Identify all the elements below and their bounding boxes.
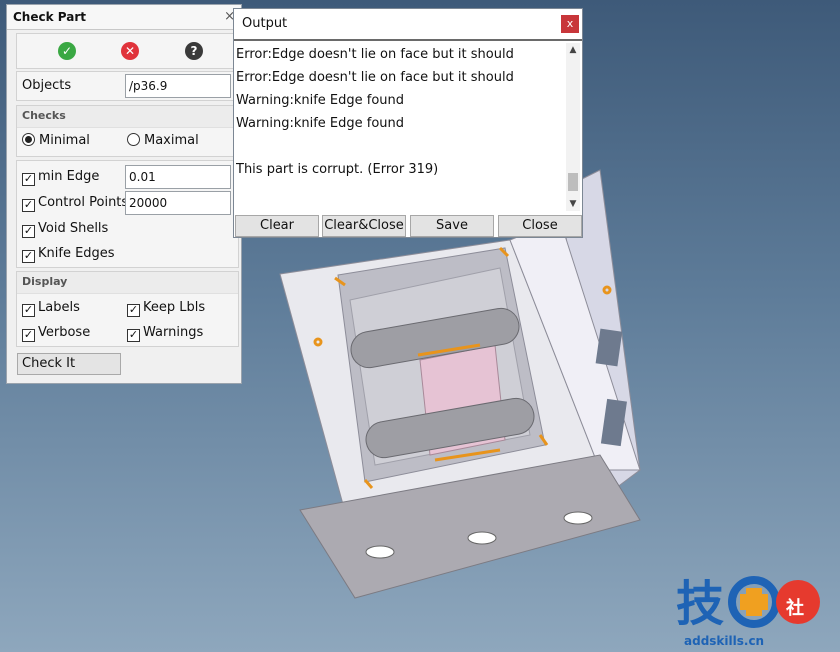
output-text-area[interactable]: Error:Edge doesn't lie on face but it sh… (236, 43, 564, 211)
svg-text:社: 社 (786, 597, 804, 619)
check-options-group: ✓ min Edge 0.01 ✓ Control Points 20000 ✓ Vo… (16, 160, 239, 268)
output-line: Error:Edge doesn't lie on face but it sh… (236, 70, 514, 85)
void-shells-checkbox[interactable]: ✓ Void Shells (22, 221, 108, 238)
output-close-icon[interactable]: x (561, 15, 579, 33)
labels-checkbox[interactable]: ✓ Labels (22, 300, 80, 317)
radio-minimal-icon (22, 133, 35, 146)
watermark-logo: 技 社 addskills.cn (676, 574, 836, 650)
save-button[interactable]: Save (410, 215, 494, 237)
checks-group: Checks Minimal Maximal (16, 105, 239, 157)
clear-close-button[interactable]: Clear&Close (322, 215, 406, 237)
mode-maximal-label: Maximal (144, 133, 199, 148)
control-points-check-icon: ✓ (22, 198, 35, 212)
radio-maximal-icon (127, 133, 140, 146)
output-line: Error:Edge doesn't lie on face but it sh… (236, 47, 514, 62)
scroll-up-icon[interactable]: ▲ (566, 43, 580, 57)
output-window: Output x Error:Edge doesn't lie on face … (233, 8, 583, 238)
mode-maximal-radio[interactable]: Maximal (127, 133, 199, 148)
display-header: Display (17, 272, 238, 294)
watermark-text: addskills.cn (684, 634, 765, 648)
output-title-bar: Output x (234, 9, 582, 41)
knife-edges-check-icon: ✓ (22, 249, 35, 263)
min-edge-checkbox[interactable]: ✓ min Edge (22, 169, 99, 186)
scroll-thumb[interactable] (568, 173, 578, 191)
output-line: This part is corrupt. (Error 319) (236, 162, 439, 177)
watermark-graphic: 技 社 (676, 576, 820, 632)
knife-edges-label: Knife Edges (38, 246, 115, 261)
close-button[interactable]: Close (498, 215, 582, 237)
clear-button[interactable]: Clear (235, 215, 319, 237)
warnings-label: Warnings (143, 325, 204, 340)
control-points-checkbox[interactable]: ✓ Control Points (22, 195, 128, 212)
output-title: Output (242, 16, 288, 31)
cancel-icon[interactable]: ✕ (121, 42, 139, 60)
void-shells-check-icon: ✓ (22, 224, 35, 238)
min-edge-input[interactable]: 0.01 (125, 165, 231, 189)
verbose-checkbox[interactable]: ✓ Verbose (22, 325, 90, 342)
objects-label: Objects (22, 78, 72, 93)
min-edge-check-icon: ✓ (22, 172, 35, 186)
help-icon[interactable]: ? (185, 42, 203, 60)
warnings-checkbox[interactable]: ✓ Warnings (127, 325, 203, 342)
check-part-panel: Check Part × ✓ ✕ ? Objects /p36.9 Checks… (6, 4, 242, 384)
keep-lbls-checkbox[interactable]: ✓ Keep Lbls (127, 300, 205, 317)
verbose-label: Verbose (38, 325, 91, 340)
keep-lbls-check-icon: ✓ (127, 303, 140, 317)
objects-group: Objects /p36.9 (16, 71, 239, 101)
action-icons-group: ✓ ✕ ? (16, 33, 239, 69)
check-part-title-text: Check Part (13, 10, 86, 24)
mode-minimal-label: Minimal (39, 133, 90, 148)
control-points-input[interactable]: 20000 (125, 191, 231, 215)
labels-check-icon: ✓ (22, 303, 35, 317)
mode-minimal-radio[interactable]: Minimal (22, 133, 90, 148)
labels-label: Labels (38, 300, 80, 315)
verbose-check-icon: ✓ (22, 328, 35, 342)
keep-lbls-label: Keep Lbls (143, 300, 206, 315)
objects-input[interactable]: /p36.9 (125, 74, 231, 98)
output-line: Warning:knife Edge found (236, 93, 405, 108)
output-scrollbar[interactable]: ▲ ▼ (566, 43, 580, 211)
min-edge-label: min Edge (38, 169, 100, 184)
ok-icon[interactable]: ✓ (58, 42, 76, 60)
control-points-label: Control Points (38, 195, 129, 210)
display-group: Display ✓ Labels ✓ Keep Lbls ✓ Verbose ✓ War… (16, 271, 239, 347)
knife-edges-checkbox[interactable]: ✓ Knife Edges (22, 246, 115, 263)
checks-header: Checks (17, 106, 238, 128)
check-part-title: Check Part × (7, 5, 241, 30)
output-line: Warning:knife Edge found (236, 116, 405, 131)
void-shells-label: Void Shells (38, 221, 109, 236)
check-it-button[interactable]: Check It (17, 353, 121, 375)
svg-text:技: 技 (676, 576, 724, 630)
warnings-check-icon: ✓ (127, 328, 140, 342)
scroll-down-icon[interactable]: ▼ (566, 197, 580, 211)
